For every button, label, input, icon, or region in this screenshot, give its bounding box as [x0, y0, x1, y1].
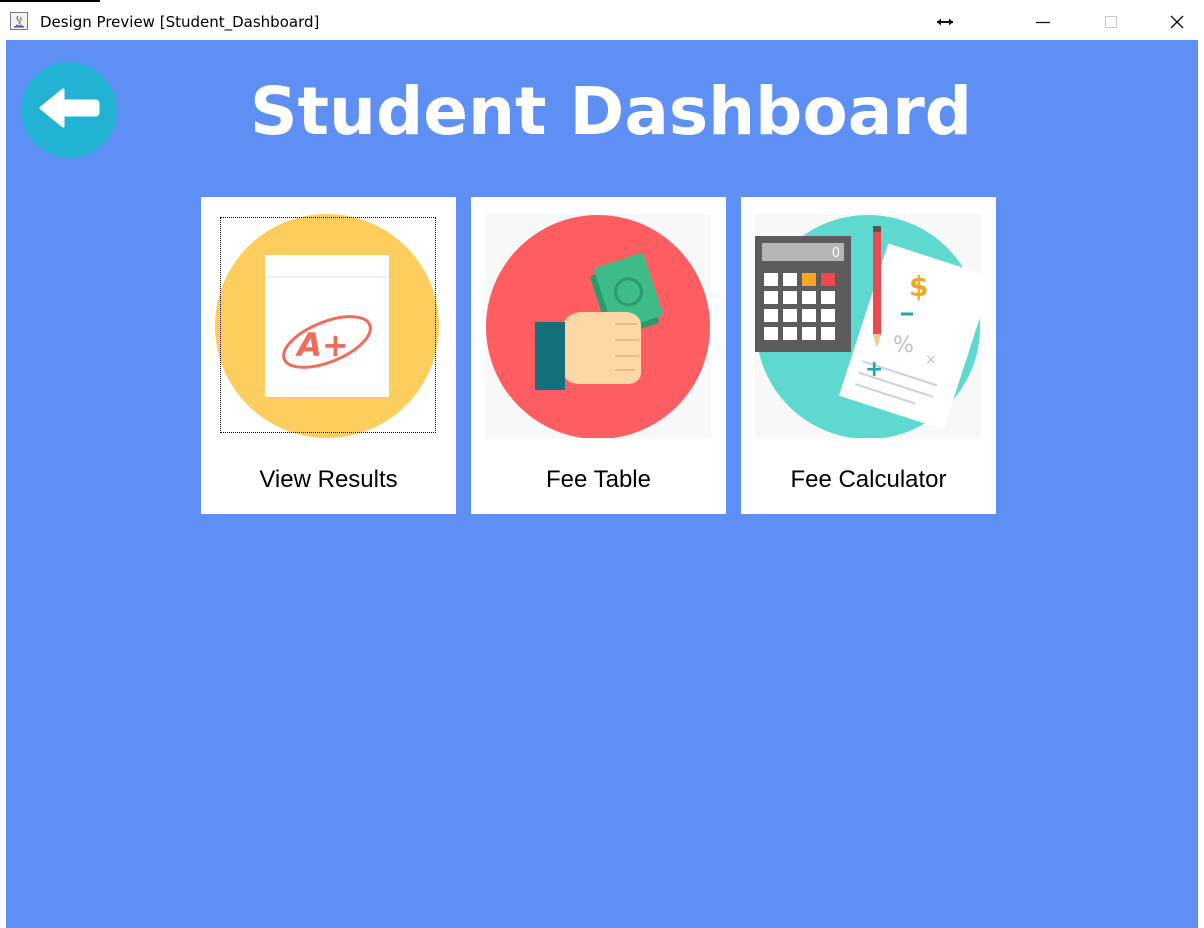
- java-app-icon: [10, 12, 28, 30]
- times-icon: ×: [925, 352, 937, 368]
- arrow-left-icon: [37, 86, 101, 134]
- back-button[interactable]: [21, 62, 117, 158]
- dashboard-panel: Student Dashboard A+ View Results Fee Ta…: [6, 40, 1198, 928]
- fee-calculator-button[interactable]: $ % + × 0 Fee Calculator: [741, 197, 996, 514]
- window-title: Design Preview [Student_Dashboard]: [40, 13, 320, 31]
- fee-calculator-label: Fee Calculator: [790, 466, 947, 493]
- fee-table-button[interactable]: Fee Table: [471, 197, 726, 514]
- percent-icon: %: [893, 333, 914, 358]
- dollar-sign-icon: $: [909, 270, 928, 303]
- grade-text: A+: [294, 326, 349, 364]
- maximize-icon[interactable]: [1088, 6, 1134, 38]
- close-icon[interactable]: [1154, 6, 1200, 38]
- view-results-button[interactable]: A+ View Results: [201, 197, 456, 514]
- view-results-label: View Results: [259, 466, 398, 493]
- calc-display: 0: [832, 246, 840, 261]
- plus-icon: +: [865, 357, 883, 382]
- page-title: Student Dashboard: [249, 73, 973, 150]
- resize-arrows-icon[interactable]: [922, 6, 968, 38]
- app-window: Design Preview [Student_Dashboard] Stude…: [0, 0, 1204, 928]
- minimize-icon[interactable]: [1020, 6, 1066, 38]
- hand-money-icon: [485, 214, 711, 438]
- calculator-icon: $ % + × 0: [755, 214, 981, 438]
- grade-sheet-icon: A+: [215, 214, 441, 438]
- fee-table-label: Fee Table: [546, 466, 651, 493]
- title-bar[interactable]: Design Preview [Student_Dashboard]: [0, 2, 1204, 40]
